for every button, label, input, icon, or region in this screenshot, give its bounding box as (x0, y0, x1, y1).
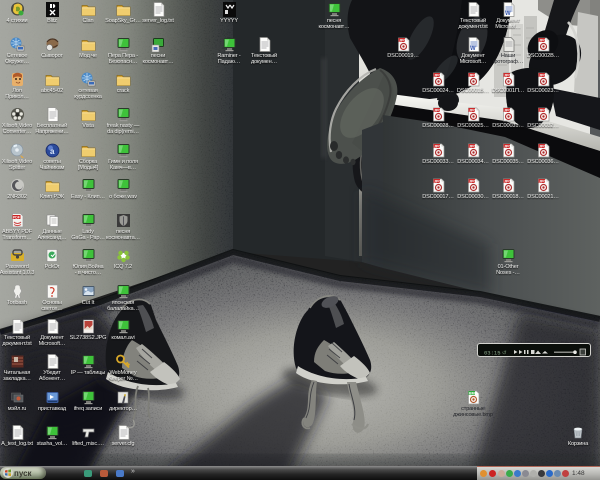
svg-text:JPG: JPG (434, 180, 441, 184)
svg-text:JPG: JPG (539, 145, 546, 149)
svg-text:JPG: JPG (434, 145, 441, 149)
svg-text:JPG: JPG (504, 180, 511, 184)
svg-text:JPG: JPG (539, 39, 546, 43)
svg-text:a: a (50, 147, 55, 156)
svg-text:JPG: JPG (434, 109, 441, 113)
svg-text:BMP: BMP (469, 392, 478, 396)
svg-text:JPG: JPG (469, 74, 476, 78)
svg-text:↺: ↺ (502, 350, 507, 357)
svg-text:03:15: 03:15 (484, 350, 501, 357)
svg-text:JPG: JPG (469, 109, 476, 113)
svg-text:JPG: JPG (469, 145, 476, 149)
svg-text:JPG: JPG (539, 74, 546, 78)
svg-text:JPG: JPG (504, 74, 511, 78)
svg-text:W: W (505, 11, 511, 17)
svg-text:JPG: JPG (469, 180, 476, 184)
svg-text:W: W (470, 46, 476, 52)
svg-text:JPG: JPG (399, 39, 406, 43)
svg-text:PDF: PDF (13, 215, 20, 219)
svg-text:JPG: JPG (434, 74, 441, 78)
svg-text:JPG: JPG (504, 145, 511, 149)
svg-text:JPG: JPG (539, 109, 546, 113)
svg-text:JPG: JPG (539, 180, 546, 184)
svg-text:JPG: JPG (504, 109, 511, 113)
